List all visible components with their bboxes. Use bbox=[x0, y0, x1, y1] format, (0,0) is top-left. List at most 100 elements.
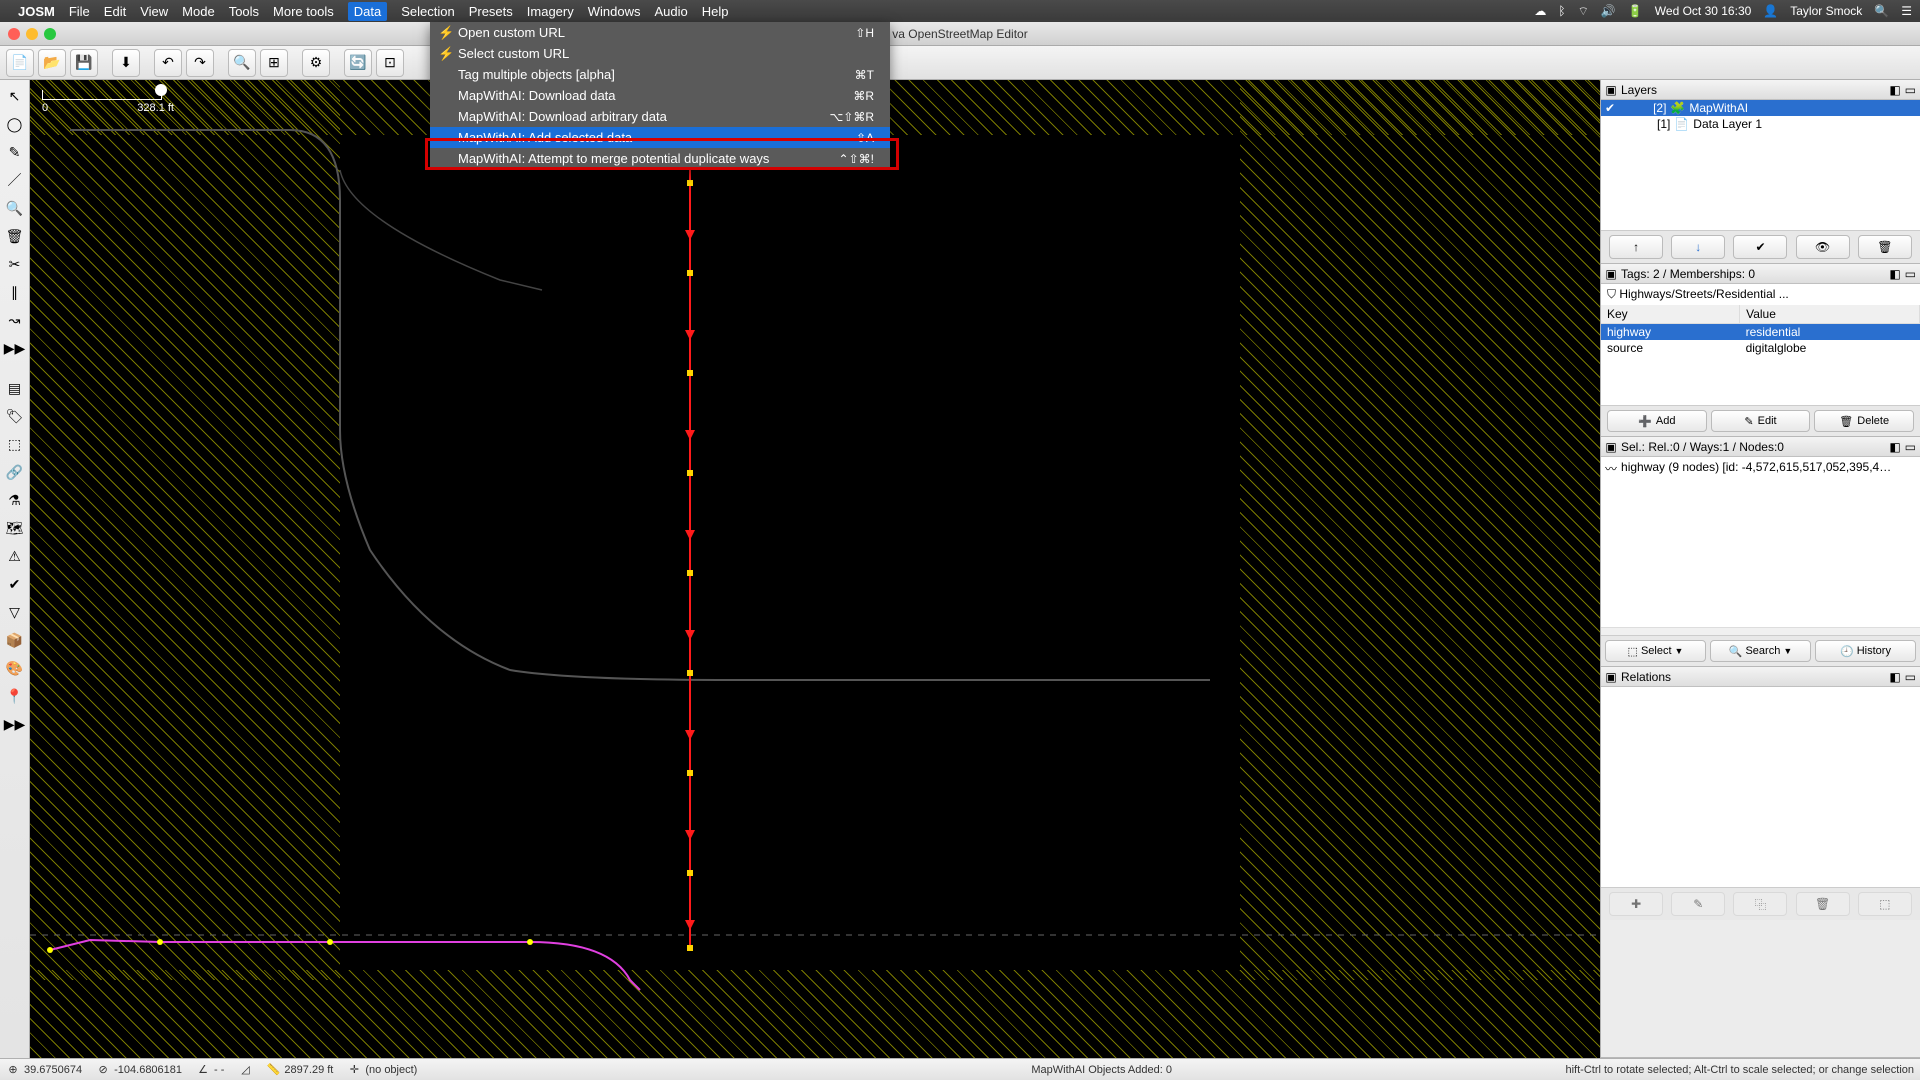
tool-improve[interactable]: ↝ bbox=[3, 308, 27, 332]
user-name[interactable]: Taylor Smock bbox=[1790, 4, 1862, 18]
panel-map-icon[interactable]: 🗺 bbox=[3, 516, 27, 540]
app-name[interactable]: JOSM bbox=[18, 4, 55, 19]
clock[interactable]: Wed Oct 30 16:30 bbox=[1655, 4, 1752, 18]
cloud-icon[interactable]: ☁ bbox=[1534, 4, 1546, 18]
menu-tools[interactable]: Tools bbox=[229, 4, 259, 19]
layer-activate-button[interactable]: ✔ bbox=[1733, 235, 1787, 259]
layer-visibility-button[interactable]: 👁 bbox=[1796, 235, 1850, 259]
panel-filter-icon[interactable]: ⚗ bbox=[3, 488, 27, 512]
rel-delete-button[interactable]: 🗑 bbox=[1796, 892, 1850, 916]
layer-row[interactable]: ✔ [2] 🧩 MapWithAI bbox=[1601, 100, 1920, 116]
selection-item[interactable]: 〰highway (9 nodes) [id: -4,572,615,517,0… bbox=[1603, 459, 1918, 478]
panel-conflict-icon[interactable]: ⚠ bbox=[3, 544, 27, 568]
collapse-icon[interactable]: ▣ bbox=[1605, 670, 1617, 684]
bluetooth-icon[interactable]: ᛒ bbox=[1558, 4, 1565, 18]
tb-validate[interactable]: ⊡ bbox=[376, 49, 404, 77]
menu-help[interactable]: Help bbox=[702, 4, 729, 19]
tb-save[interactable]: 💾 bbox=[70, 49, 98, 77]
add-tag-button[interactable]: ➕ Add bbox=[1607, 410, 1707, 432]
h-scrollbar[interactable] bbox=[1601, 627, 1920, 635]
pin-icon[interactable]: ◧ bbox=[1889, 83, 1900, 97]
minimize-icon[interactable] bbox=[26, 28, 38, 40]
panel-sel-icon[interactable]: ⬚ bbox=[3, 432, 27, 456]
menu-icon[interactable]: ☰ bbox=[1901, 4, 1912, 18]
menu-file[interactable]: File bbox=[69, 4, 90, 19]
battery-icon[interactable]: 🔋 bbox=[1628, 4, 1643, 18]
rel-dup-button[interactable]: ⿻ bbox=[1733, 892, 1787, 916]
layer-row[interactable]: [1] 📄 Data Layer 1 bbox=[1601, 116, 1920, 132]
panel-more-icon[interactable]: ▶▶ bbox=[3, 712, 27, 736]
tool-draw[interactable]: ✎ bbox=[3, 140, 27, 164]
volume-icon[interactable]: 🔊 bbox=[1601, 4, 1616, 18]
pin-icon[interactable]: ◧ bbox=[1889, 267, 1900, 281]
tool-delete[interactable]: 🗑 bbox=[3, 224, 27, 248]
tb-prefs[interactable]: ⚙ bbox=[302, 49, 330, 77]
history-button[interactable]: 🕘 History bbox=[1815, 640, 1916, 662]
layer-down-button[interactable]: ↓ bbox=[1671, 235, 1725, 259]
spotlight-icon[interactable]: 🔍 bbox=[1874, 4, 1889, 18]
pin-icon[interactable]: ◧ bbox=[1889, 440, 1900, 454]
pin-icon[interactable]: ◧ bbox=[1889, 670, 1900, 684]
panel-layers-icon[interactable]: ▤ bbox=[3, 376, 27, 400]
tool-scissors[interactable]: ✂ bbox=[3, 252, 27, 276]
tb-preset[interactable]: ⊞ bbox=[260, 49, 288, 77]
panel-rel-icon[interactable]: 🔗 bbox=[3, 460, 27, 484]
tool-select[interactable]: ↖ bbox=[3, 84, 27, 108]
dd-select-custom-url[interactable]: ⚡Select custom URL bbox=[430, 43, 890, 64]
col-value[interactable]: Value bbox=[1740, 305, 1920, 324]
tb-search[interactable]: 🔍 bbox=[228, 49, 256, 77]
layer-up-button[interactable]: ↑ bbox=[1609, 235, 1663, 259]
scale-handle[interactable] bbox=[155, 84, 167, 96]
panel-validator-icon[interactable]: ✔ bbox=[3, 572, 27, 596]
tag-row[interactable]: sourcedigitalglobe bbox=[1601, 340, 1920, 356]
map-canvas[interactable]: 0328.1 ft bbox=[30, 80, 1600, 1058]
panel-close-icon[interactable]: ▭ bbox=[1905, 440, 1916, 454]
zoom-icon[interactable] bbox=[44, 28, 56, 40]
dd-open-custom-url[interactable]: ⚡Open custom URL⇧H bbox=[430, 22, 890, 43]
panel-paint-icon[interactable]: 🎨 bbox=[3, 656, 27, 680]
dd-mapwithai-download[interactable]: MapWithAI: Download data⌘R bbox=[430, 85, 890, 106]
tb-open[interactable]: 📂 bbox=[38, 49, 66, 77]
layer-delete-button[interactable]: 🗑 bbox=[1858, 235, 1912, 259]
dd-mapwithai-add-selected[interactable]: MapWithAI: Add selected data⇧A bbox=[430, 127, 890, 148]
menu-imagery[interactable]: Imagery bbox=[527, 4, 574, 19]
dd-tag-multiple[interactable]: Tag multiple objects [alpha]⌘T bbox=[430, 64, 890, 85]
collapse-icon[interactable]: ▣ bbox=[1605, 440, 1617, 454]
panel-tags-icon[interactable]: 🏷 bbox=[3, 404, 27, 428]
tb-redo[interactable]: ↷ bbox=[186, 49, 214, 77]
tool-zoom[interactable]: 🔍 bbox=[3, 196, 27, 220]
menu-audio[interactable]: Audio bbox=[655, 4, 688, 19]
delete-tag-button[interactable]: 🗑 Delete bbox=[1814, 410, 1914, 432]
tool-line[interactable]: ／ bbox=[3, 168, 27, 192]
collapse-icon[interactable]: ▣ bbox=[1605, 83, 1617, 97]
tool-fastdraw[interactable]: ▶▶ bbox=[3, 336, 27, 360]
menu-windows[interactable]: Windows bbox=[588, 4, 641, 19]
menu-selection[interactable]: Selection bbox=[401, 4, 454, 19]
panel-filter2-icon[interactable]: ▽ bbox=[3, 600, 27, 624]
dd-mapwithai-merge-dup[interactable]: MapWithAI: Attempt to merge potential du… bbox=[430, 148, 890, 169]
panel-notes-icon[interactable]: 📍 bbox=[3, 684, 27, 708]
menu-mode[interactable]: Mode bbox=[182, 4, 215, 19]
edit-tag-button[interactable]: ✎ Edit bbox=[1711, 410, 1811, 432]
menu-data[interactable]: Data bbox=[348, 2, 387, 21]
tag-row[interactable]: highwayresidential bbox=[1601, 324, 1920, 341]
menu-edit[interactable]: Edit bbox=[104, 4, 126, 19]
collapse-icon[interactable]: ▣ bbox=[1605, 267, 1617, 281]
tool-parallel[interactable]: ∥ bbox=[3, 280, 27, 304]
rel-new-button[interactable]: ✚ bbox=[1609, 892, 1663, 916]
menu-moretools[interactable]: More tools bbox=[273, 4, 334, 19]
tb-refresh[interactable]: 🔄 bbox=[344, 49, 372, 77]
rel-edit-button[interactable]: ✎ bbox=[1671, 892, 1725, 916]
col-key[interactable]: Key bbox=[1601, 305, 1740, 324]
select-button[interactable]: ⬚ Select▼ bbox=[1605, 640, 1706, 662]
close-icon[interactable] bbox=[8, 28, 20, 40]
panel-close-icon[interactable]: ▭ bbox=[1905, 83, 1916, 97]
panel-close-icon[interactable]: ▭ bbox=[1905, 670, 1916, 684]
tb-new[interactable]: 📄 bbox=[6, 49, 34, 77]
tool-lasso[interactable]: ◯ bbox=[3, 112, 27, 136]
rel-select-button[interactable]: ⬚ bbox=[1858, 892, 1912, 916]
wifi-icon[interactable]: ⌔ bbox=[1578, 4, 1589, 19]
tb-undo[interactable]: ↶ bbox=[154, 49, 182, 77]
menu-view[interactable]: View bbox=[140, 4, 168, 19]
visible-icon[interactable]: ✔ bbox=[1605, 101, 1615, 115]
